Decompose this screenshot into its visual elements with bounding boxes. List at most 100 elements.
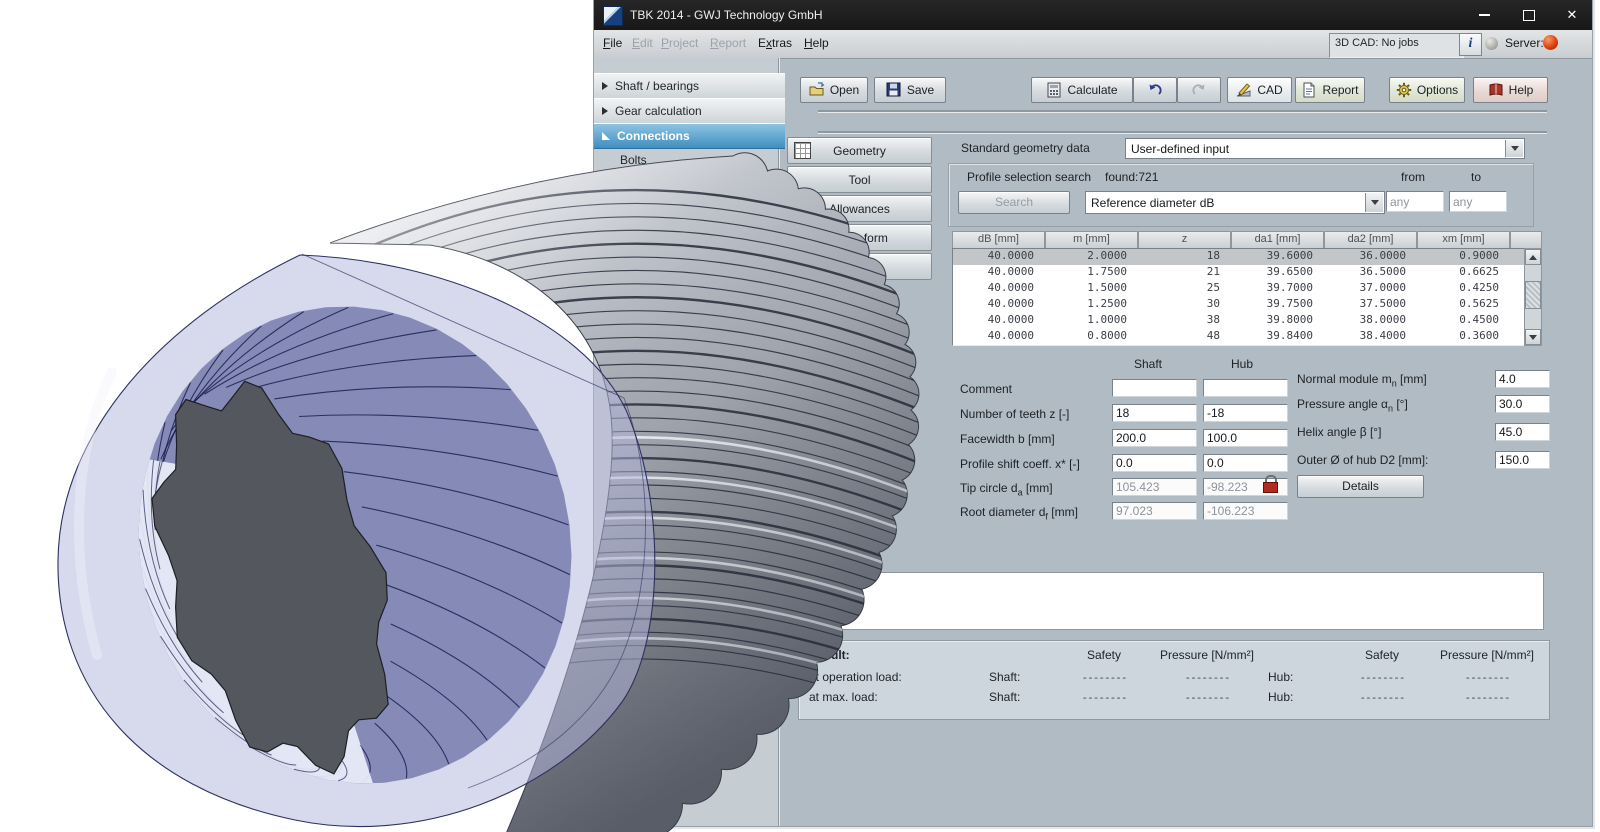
table-row[interactable]: 40.00001.25003039.750037.50000.5625: [953, 297, 1525, 313]
sidebar-item-label: Gear calculation: [615, 104, 702, 118]
save-floppy-icon: [886, 82, 902, 98]
profile-shift-label: Profile shift coeff. x* [-]: [960, 457, 1080, 471]
shaft-label: Shaft:: [989, 690, 1020, 704]
menu-file[interactable]: File: [599, 36, 626, 53]
teeth-shaft-input[interactable]: [1112, 404, 1197, 422]
lock-icon[interactable]: [1262, 474, 1278, 492]
calculate-button[interactable]: Calculate: [1031, 77, 1133, 103]
table-cell: 37.0000: [1325, 281, 1418, 297]
sidebar-item-connections[interactable]: Connections: [594, 123, 785, 149]
tab-label: Geometry: [833, 144, 886, 158]
sidebar-item-label: Connections: [617, 129, 690, 143]
close-button[interactable]: ✕: [1559, 4, 1585, 26]
profile-shift-shaft-input[interactable]: [1112, 454, 1197, 472]
app-window: TBK 2014 - GWJ Technology GmbH ✕ File Ed…: [593, 0, 1595, 829]
comment-label: Comment: [960, 382, 1012, 396]
menu-help[interactable]: Help: [800, 36, 833, 53]
tab-geometry[interactable]: Geometry: [787, 137, 932, 164]
help-button[interactable]: Help: [1473, 77, 1548, 103]
to-input[interactable]: [1449, 191, 1507, 212]
table-cell: 36.5000: [1325, 265, 1418, 281]
facewidth-shaft-input[interactable]: [1112, 429, 1197, 447]
menu-extras[interactable]: Extras: [754, 36, 796, 53]
minimize-button[interactable]: [1471, 4, 1497, 26]
tab-tool[interactable]: Tool: [787, 166, 932, 193]
collapsed-arrow-icon: [602, 107, 608, 115]
save-button[interactable]: Save: [874, 77, 946, 103]
details-button[interactable]: Details: [1297, 475, 1424, 498]
table-row[interactable]: 40.00002.00001839.600036.00000.9000: [953, 249, 1525, 265]
tip-circle-label: Tip circle da [mm]: [960, 481, 1053, 497]
scroll-down-button[interactable]: [1525, 329, 1541, 345]
menu-report: Report: [706, 36, 750, 53]
table-cell: 39.6500: [1232, 265, 1325, 281]
sidebar-item-shaft-bearings[interactable]: Shaft / bearings: [594, 73, 785, 99]
comment-shaft-input[interactable]: [1112, 379, 1197, 397]
profile-table-body[interactable]: 40.00002.00001839.600036.00000.900040.00…: [952, 248, 1525, 346]
options-button[interactable]: Options: [1389, 77, 1465, 103]
server-label: Server:: [1505, 36, 1544, 50]
search-criteria-dropdown[interactable]: Reference diameter dB: [1085, 191, 1385, 214]
save-label: Save: [907, 83, 934, 97]
table-cell: 38.0000: [1325, 313, 1418, 329]
table-row[interactable]: 40.00000.80004839.840038.40000.3600: [953, 329, 1525, 345]
tab-tooth-form[interactable]: Tooth form: [787, 224, 932, 251]
table-cell: 2.0000: [1046, 249, 1139, 265]
table-cell: 40.0000: [953, 313, 1046, 329]
sidebar-item-gear-calculation[interactable]: Gear calculation: [594, 98, 785, 124]
table-cell: 0.3600: [1418, 329, 1511, 345]
content-divider: [818, 131, 1547, 133]
table-row[interactable]: 40.00001.00003839.800038.00000.4500: [953, 313, 1525, 329]
safety-header: Safety: [1365, 648, 1399, 662]
title-bar[interactable]: TBK 2014 - GWJ Technology GmbH ✕: [594, 0, 1592, 30]
table-cell: 38: [1139, 313, 1232, 329]
tab-label: Tool: [848, 173, 870, 187]
table-cell: 1.2500: [1046, 297, 1139, 313]
scroll-up-button[interactable]: [1525, 249, 1541, 265]
table-cell: 39.8000: [1232, 313, 1325, 329]
table-cell: 0.9000: [1418, 249, 1511, 265]
from-input[interactable]: [1386, 191, 1444, 212]
pressure-angle-input[interactable]: [1495, 395, 1550, 413]
table-scrollbar[interactable]: [1524, 248, 1542, 346]
open-button[interactable]: Open: [800, 77, 868, 103]
standard-geometry-dropdown[interactable]: User-defined input: [1125, 138, 1525, 159]
table-cell: 0.4250: [1418, 281, 1511, 297]
tab-allowances[interactable]: Allowances: [787, 195, 932, 222]
maximize-button[interactable]: [1516, 4, 1542, 26]
teeth-hub-input[interactable]: [1203, 404, 1288, 422]
table-cell: 30: [1139, 297, 1232, 313]
hub-label: Hub:: [1268, 670, 1293, 684]
normal-module-input[interactable]: [1495, 370, 1550, 388]
helix-angle-input[interactable]: [1495, 423, 1550, 441]
result-row-label: at operation load:: [809, 670, 902, 684]
sidebar-subitem-bolts[interactable]: Bolts: [594, 149, 803, 170]
help-label: Help: [1509, 83, 1534, 97]
result-value: --------: [1185, 691, 1230, 704]
report-button[interactable]: Report: [1295, 77, 1365, 103]
table-cell: 39.6000: [1232, 249, 1325, 265]
table-cell: 40.0000: [953, 329, 1046, 345]
tab-strength[interactable]: Strength: [787, 253, 932, 280]
pressure-header: Pressure [N/mm²]: [1440, 648, 1534, 662]
table-cell: 21: [1139, 265, 1232, 281]
outer-hub-diameter-input[interactable]: [1495, 451, 1550, 469]
scrollbar-thumb[interactable]: [1525, 281, 1541, 309]
shaft-column-header: Shaft: [1134, 357, 1162, 371]
undo-button[interactable]: [1133, 77, 1177, 103]
table-cell: 1.7500: [1046, 265, 1139, 281]
profile-shift-hub-input[interactable]: [1203, 454, 1288, 472]
cad-button[interactable]: CAD: [1227, 77, 1292, 103]
dropdown-arrow-button[interactable]: [1365, 193, 1383, 212]
table-cell: 40.0000: [953, 249, 1046, 265]
facewidth-hub-input[interactable]: [1203, 429, 1288, 447]
table-row[interactable]: 40.00001.75002139.650036.50000.6625: [953, 265, 1525, 281]
dropdown-arrow-button[interactable]: [1505, 140, 1523, 157]
table-row[interactable]: 40.00001.50002539.700037.00000.4250: [953, 281, 1525, 297]
table-cell: 1.5000: [1046, 281, 1139, 297]
collapsed-arrow-icon: [602, 82, 608, 90]
server-status-led: [1543, 35, 1558, 50]
comment-hub-input[interactable]: [1203, 379, 1288, 397]
info-button[interactable]: i: [1459, 33, 1482, 56]
table-cell: 0.5625: [1418, 297, 1511, 313]
